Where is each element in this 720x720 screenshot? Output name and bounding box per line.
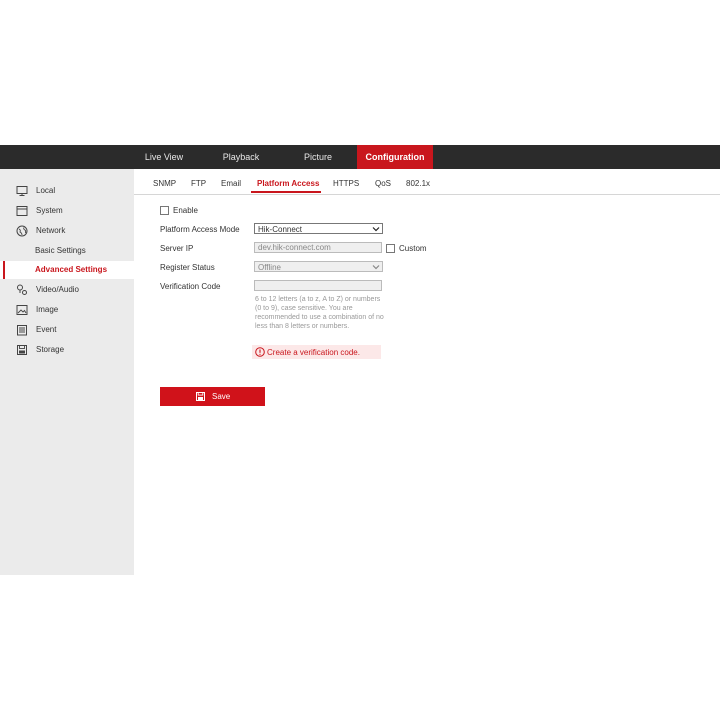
sidebar-item-storage[interactable]: Storage (0, 341, 134, 359)
sidebar-item-label: Basic Settings (35, 246, 86, 255)
error-message: Create a verification code. (252, 345, 381, 359)
tab-email[interactable]: Email (221, 179, 241, 188)
save-label: Save (212, 392, 231, 401)
sidebar-item-advanced-settings[interactable]: Advanced Settings (0, 261, 134, 279)
sidebar-item-image[interactable]: Image (0, 301, 134, 319)
video-audio-icon (17, 284, 27, 295)
verification-code-label: Verification Code (160, 282, 221, 291)
sidebar-item-network[interactable]: Network (0, 222, 134, 240)
sidebar-item-label: Event (36, 325, 57, 334)
sidebar-item-basic-settings[interactable]: Basic Settings (0, 242, 134, 260)
server-ip-label: Server IP (160, 244, 194, 253)
verification-code-input[interactable] (254, 280, 382, 291)
custom-checkbox[interactable] (386, 244, 395, 253)
tab-bar: SNMP FTP Email Platform Access HTTPS QoS… (134, 169, 720, 195)
event-icon (17, 325, 27, 336)
chevron-down-icon (372, 227, 380, 232)
tab-ftp[interactable]: FTP (191, 179, 206, 188)
platform-access-mode-label: Platform Access Mode (160, 225, 240, 234)
sidebar-item-label: Video/Audio (36, 285, 79, 294)
nav-live-view[interactable]: Live View (140, 145, 188, 169)
sidebar-item-local[interactable]: Local (0, 182, 134, 200)
sidebar-item-label: Storage (36, 345, 65, 354)
system-icon (16, 206, 28, 216)
sidebar-item-label: Advanced Settings (35, 265, 108, 274)
nav-configuration[interactable]: Configuration (357, 145, 433, 169)
tab-snmp[interactable]: SNMP (153, 179, 176, 188)
storage-icon (17, 345, 27, 355)
save-icon (196, 392, 205, 401)
active-tab-underline (251, 191, 321, 193)
enable-checkbox[interactable] (160, 206, 169, 215)
nav-picture[interactable]: Picture (296, 145, 340, 169)
create-verification-code-link[interactable]: Create a verification code. (267, 348, 360, 357)
globe-icon (16, 225, 28, 237)
monitor-icon (16, 186, 28, 196)
enable-label: Enable (173, 206, 198, 215)
alert-icon (255, 347, 265, 357)
nav-playback[interactable]: Playback (216, 145, 266, 169)
sidebar-item-label: Network (36, 226, 66, 235)
sidebar-item-label: Local (36, 186, 56, 195)
register-status-label: Register Status (160, 263, 215, 272)
server-ip-input[interactable]: dev.hik-connect.com (254, 242, 382, 253)
top-nav-bar: Live View Playback Picture Configuration (0, 145, 720, 169)
sidebar-item-label: System (36, 206, 63, 215)
register-status-value: Offline (258, 263, 281, 272)
chevron-down-icon (372, 265, 380, 270)
sidebar-item-system[interactable]: System (0, 202, 134, 220)
tab-802-1x[interactable]: 802.1x (406, 179, 430, 188)
platform-access-mode-value: Hik-Connect (258, 225, 303, 234)
tab-qos[interactable]: QoS (375, 179, 391, 188)
image-icon (16, 305, 28, 315)
custom-label: Custom (399, 244, 427, 253)
sidebar-item-video-audio[interactable]: Video/Audio (0, 281, 134, 299)
tab-https[interactable]: HTTPS (333, 179, 359, 188)
save-button[interactable]: Save (160, 387, 265, 406)
sidebar: Local System Network Basic Settings Adva… (0, 169, 134, 575)
platform-access-mode-select[interactable]: Hik-Connect (254, 223, 383, 234)
active-indicator (3, 261, 5, 279)
verification-code-hint: 6 to 12 letters (a to z, A to Z) or numb… (255, 296, 384, 330)
sidebar-item-label: Image (36, 305, 59, 314)
sidebar-item-event[interactable]: Event (0, 321, 134, 339)
register-status-select: Offline (254, 261, 383, 272)
tab-platform-access[interactable]: Platform Access (257, 179, 319, 188)
